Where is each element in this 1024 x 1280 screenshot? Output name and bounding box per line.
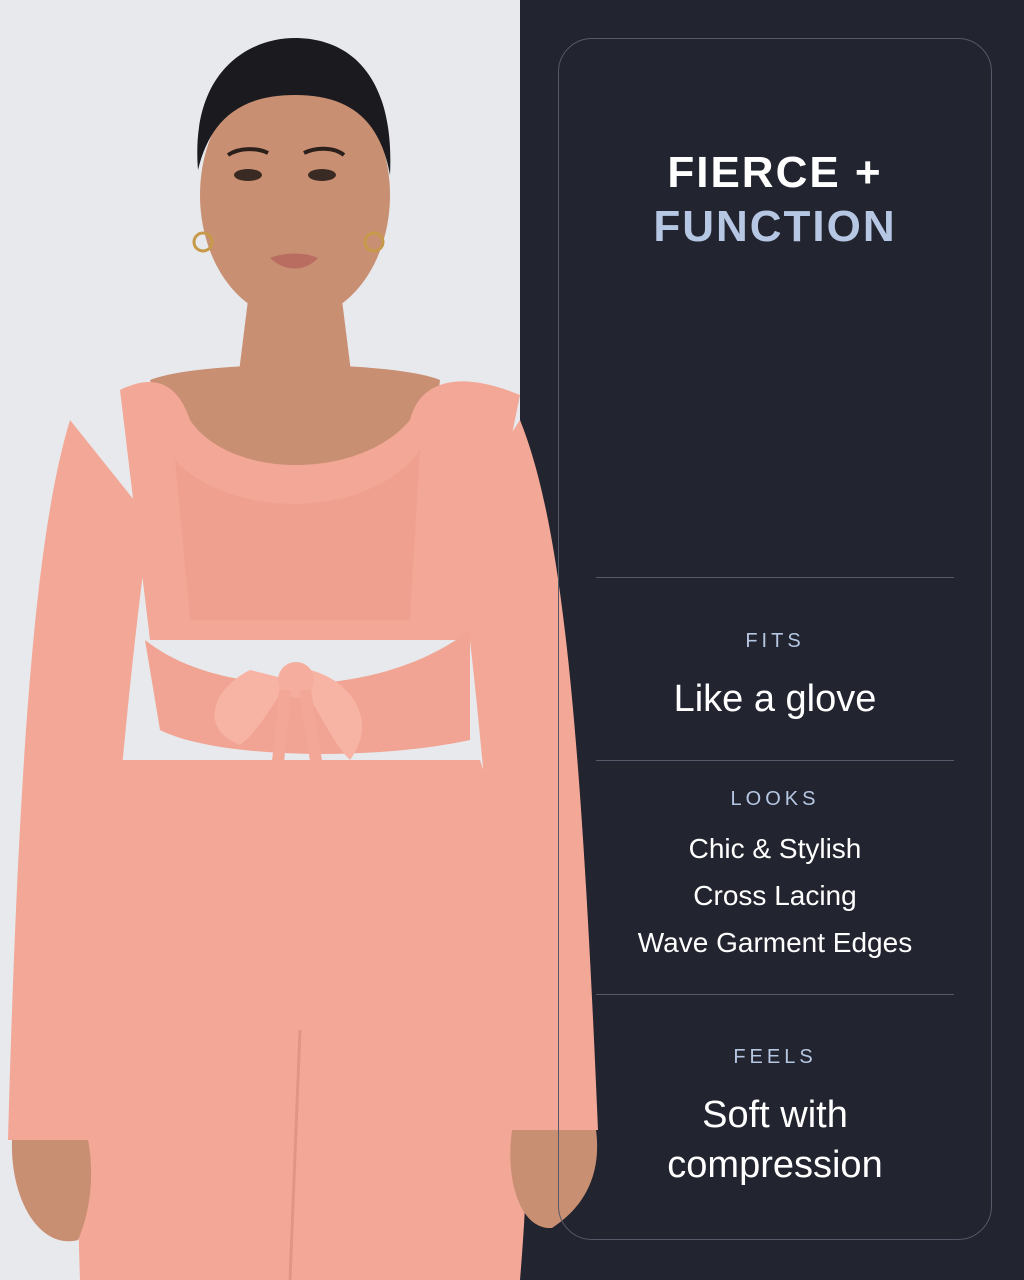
headline: FIERCE + FUNCTION (558, 146, 992, 254)
product-photo (8, 38, 598, 1280)
headline-line-1: FIERCE + (667, 148, 883, 197)
divider-2 (596, 760, 954, 761)
looks-value-2: Cross Lacing (693, 880, 857, 911)
fits-value: Like a glove (673, 678, 877, 720)
looks-value-1: Chic & Stylish (688, 833, 862, 864)
fits-label: FITS (745, 630, 805, 652)
looks-label: LOOKS (730, 788, 820, 810)
feels-value-1: Soft with (702, 1094, 848, 1136)
feels-label: FEELS (733, 1046, 817, 1068)
divider-1 (596, 577, 954, 578)
looks-value-3: Wave Garment Edges (637, 927, 913, 958)
feels-value-2: compression (667, 1144, 883, 1186)
headline-line-2: FUNCTION (653, 202, 897, 251)
divider-3 (596, 994, 954, 995)
